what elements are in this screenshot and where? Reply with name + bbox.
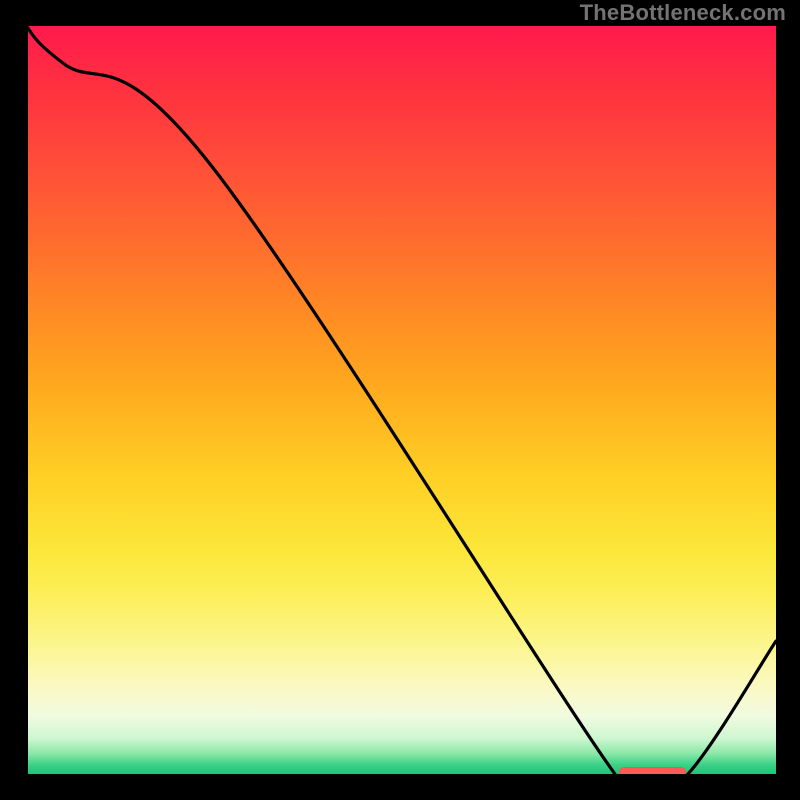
chart-stage: TheBottleneck.com (0, 0, 800, 800)
bottleneck-curve (26, 26, 776, 776)
optimum-marker (619, 767, 687, 778)
plot-area (26, 26, 776, 776)
bottleneck-curve-path (26, 26, 776, 800)
watermark-label: TheBottleneck.com (580, 0, 786, 26)
